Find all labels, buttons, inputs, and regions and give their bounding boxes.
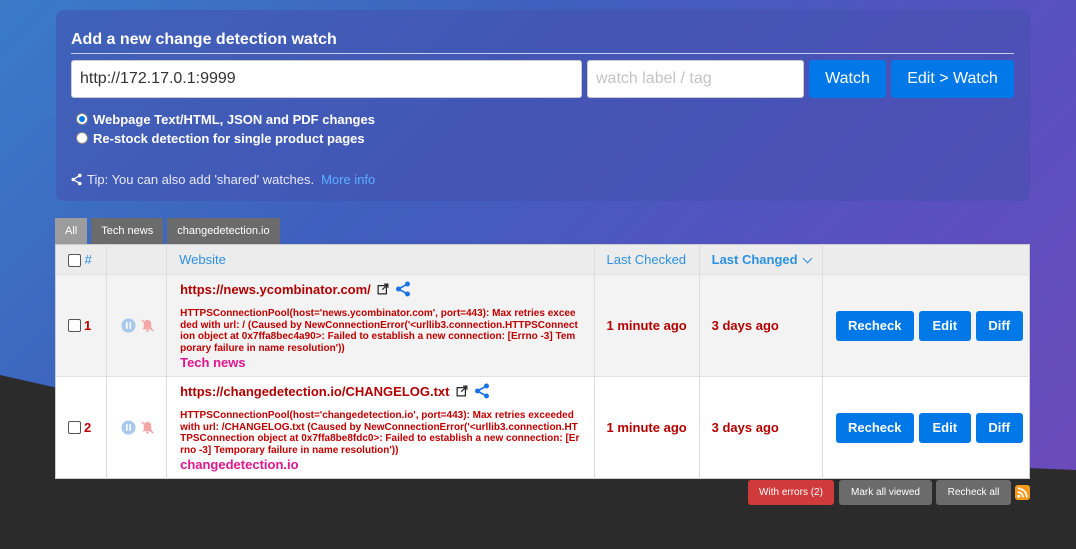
option-webpage-text[interactable]: Webpage Text/HTML, JSON and PDF changes	[76, 110, 375, 128]
diff-button[interactable]: Diff	[975, 412, 1023, 443]
tag-tabs: All Tech news changedetection.io	[55, 218, 284, 244]
recheck-all-button[interactable]: Recheck all	[936, 480, 1011, 505]
mute-bell-icon[interactable]	[140, 420, 155, 435]
header-number: #	[55, 244, 108, 275]
row-checkbox[interactable]	[68, 420, 81, 434]
url-input[interactable]	[71, 60, 582, 98]
mark-all-viewed-button[interactable]: Mark all viewed	[839, 480, 932, 505]
tip-text: Tip: You can also add 'shared' watches.	[87, 171, 315, 187]
share-icon[interactable]	[474, 383, 490, 399]
tab-all[interactable]: All	[55, 218, 88, 244]
header-last-changed[interactable]: Last Changed	[699, 244, 823, 275]
header-state	[106, 244, 168, 275]
mute-bell-icon[interactable]	[140, 318, 155, 333]
state-cell	[106, 376, 168, 479]
tip: Tip: You can also add 'shared' watches. …	[70, 170, 375, 188]
row-number-cell: 2	[55, 376, 108, 479]
tag-input[interactable]	[587, 60, 804, 98]
edit-button[interactable]: Edit	[918, 310, 971, 341]
add-watch-title: Add a new change detection watch	[71, 31, 1014, 54]
select-all-checkbox[interactable]	[68, 254, 81, 268]
sort-chevron-icon	[802, 253, 813, 264]
table-row: 2 https://changedetection.io/CHANGELOG.t…	[55, 376, 1030, 479]
table-header: # Website Last Checked Last Changed	[55, 244, 1030, 275]
header-actions	[822, 245, 1029, 275]
share-icon[interactable]	[395, 281, 411, 297]
more-info-link[interactable]: More info	[321, 172, 375, 187]
tab-changedetection[interactable]: changedetection.io	[167, 218, 280, 244]
website-cell: https://changedetection.io/CHANGELOG.txt…	[166, 376, 595, 479]
header-last-checked[interactable]: Last Checked	[594, 244, 700, 275]
with-errors-button[interactable]: With errors (2)	[748, 480, 834, 505]
last-checked: 1 minute ago	[594, 274, 700, 377]
row-number-cell: 1	[55, 274, 108, 377]
tab-tech-news[interactable]: Tech news	[91, 218, 164, 244]
share-icon	[71, 173, 82, 185]
last-changed: 3 days ago	[699, 376, 823, 479]
header-website[interactable]: Website	[166, 244, 595, 275]
last-changed: 3 days ago	[699, 274, 823, 377]
option-label: Re-stock detection for single product pa…	[93, 130, 365, 146]
last-checked: 1 minute ago	[594, 376, 700, 479]
state-cell	[106, 274, 168, 377]
pause-icon[interactable]	[121, 318, 136, 333]
watch-tag[interactable]: Tech news	[180, 355, 593, 370]
actions-cell: Recheck Edit Diff	[822, 377, 1029, 479]
watch-url-link[interactable]: https://news.ycombinator.com/	[180, 282, 371, 297]
edit-button[interactable]: Edit	[918, 412, 971, 443]
error-message: HTTPSConnectionPool(host='news.ycombinat…	[180, 308, 578, 354]
option-restock[interactable]: Re-stock detection for single product pa…	[76, 129, 365, 147]
error-message: HTTPSConnectionPool(host='changedetectio…	[180, 410, 580, 456]
watch-url-link[interactable]: https://changedetection.io/CHANGELOG.txt	[180, 384, 449, 399]
diff-button[interactable]: Diff	[975, 310, 1023, 341]
pause-icon[interactable]	[121, 420, 136, 435]
watch-button[interactable]: Watch	[809, 60, 886, 98]
row-checkbox[interactable]	[68, 318, 81, 332]
rss-icon[interactable]	[1015, 485, 1030, 500]
website-cell: https://news.ycombinator.com/ HTTPSConne…	[166, 274, 595, 377]
recheck-button[interactable]: Recheck	[835, 310, 914, 341]
watch-table: # Website Last Checked Last Changed 1 ht…	[55, 244, 1030, 479]
table-row: 1 https://news.ycombinator.com/ HTTPSCon…	[55, 274, 1030, 377]
radio-button[interactable]	[76, 113, 88, 125]
option-label: Webpage Text/HTML, JSON and PDF changes	[93, 111, 375, 127]
watch-tag[interactable]: changedetection.io	[180, 457, 593, 472]
external-link-icon[interactable]	[377, 283, 389, 295]
recheck-button[interactable]: Recheck	[835, 412, 914, 443]
actions-cell: Recheck Edit Diff	[822, 275, 1029, 377]
radio-button[interactable]	[76, 132, 88, 144]
edit-watch-button[interactable]: Edit > Watch	[891, 60, 1014, 98]
external-link-icon[interactable]	[456, 385, 468, 397]
